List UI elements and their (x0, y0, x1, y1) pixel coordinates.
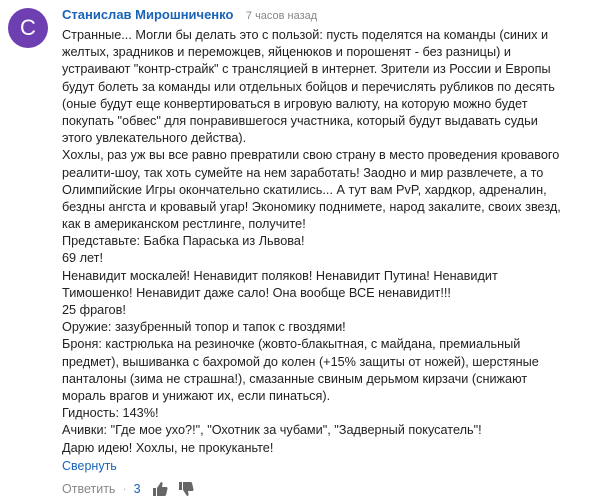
comment-text-line: Ненавидит москалей! Ненавидит поляков! Н… (62, 268, 498, 283)
comment-text-line: Дарю идею! Хохлы, не прокуканьте! (62, 440, 274, 455)
author-name[interactable]: Станислав Мирошниченко (62, 7, 233, 22)
comment-header: Станислав Мирошниченко 7 часов назад (62, 6, 592, 24)
comment-text-line: Тимошенко! Ненавидит даже сало! Она вооб… (62, 285, 451, 300)
comment-text-line: Хохлы, раз уж вы все равно превратили св… (62, 148, 560, 163)
avatar[interactable]: C (8, 8, 48, 48)
comment-text-line: 69 лет! (62, 251, 104, 266)
comment-text-line: Броня: кастрюлька на резиночке (жовто-бл… (62, 337, 521, 352)
comment-text-line: реалити-шоу, так хоть сумейте на нем зар… (62, 165, 544, 180)
comment-text: Странные... Могли бы делать это с пользо… (62, 27, 592, 457)
thumbs-down-icon[interactable] (178, 481, 194, 497)
collapse-link[interactable]: Свернуть (62, 457, 592, 475)
comment-text-line: панталоны (зима не страшна!), смазанные … (62, 371, 528, 386)
comment-text-line: предмет), вышиванка с бахромой до колен … (62, 354, 539, 369)
comment-text-line: устраивают "контр-страйк" с трансляцией … (62, 62, 551, 77)
comment-text-line: (оные будут еще конвертироваться в игров… (62, 96, 528, 111)
thumbs-up-icon[interactable] (152, 481, 168, 497)
comment-text-line: Гидность: 143%! (62, 406, 159, 421)
comment-actions: Ответить · 3 (62, 479, 592, 499)
comment-text-line: покупать "обвес" для понравившегося учас… (62, 113, 538, 128)
comment-body: Станислав Мирошниченко 7 часов назад Стр… (62, 6, 592, 499)
comment-text-line: 25 фрагов! (62, 303, 126, 317)
comment-text-line: как в американском рестлинге, получите! (62, 217, 306, 232)
comment-text-line: этого увлекательного действа). (62, 131, 247, 146)
comment-timestamp[interactable]: 7 часов назад (246, 10, 317, 22)
reply-button[interactable]: Ответить (62, 479, 115, 499)
comment-text-line: Странные... Могли бы делать это с пользо… (62, 28, 549, 42)
comment-text-line: желтых, зрадников и переможцев, яйценюко… (62, 45, 511, 60)
comment-text-line: будут болеть за команды или отдельных бо… (62, 79, 555, 94)
comment-text-line: бездны ангста и кровавый угар! Экономику… (62, 199, 561, 214)
separator-dot: · (122, 481, 127, 496)
comment-text-line: Ачивки: "Где мое ухо?!", "Охотник за чуб… (62, 423, 482, 438)
comment-text-line: Оружие: зазубренный топор и тапок с гвоз… (62, 320, 346, 335)
comment-text-line: Представьте: Бабка Параська из Львова! (62, 234, 305, 249)
comment-text-line: мораль врагов и унижают их, если пинатьс… (62, 388, 331, 403)
like-count: 3 (133, 481, 141, 496)
comment-text-line: Олимпийские Игры окончательно скатились.… (62, 182, 547, 197)
comment: C Станислав Мирошниченко 7 часов назад С… (0, 0, 600, 496)
